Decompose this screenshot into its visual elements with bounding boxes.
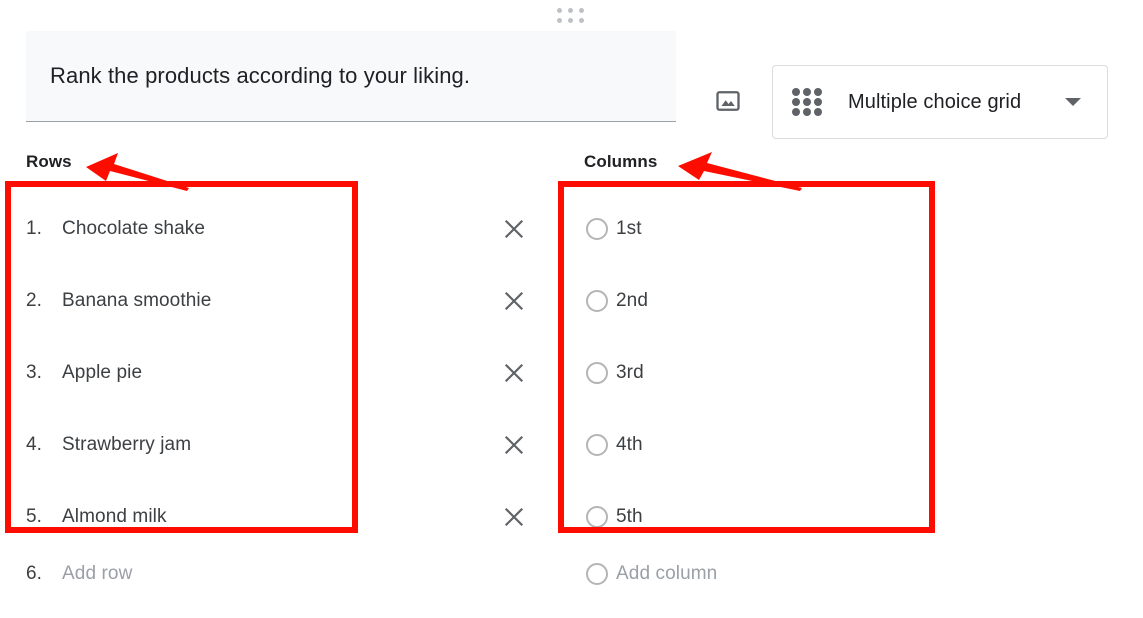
dot [803, 108, 811, 116]
add-row-number: 6. [26, 563, 42, 584]
radio-button-unchecked-icon[interactable] [586, 434, 608, 456]
table-row[interactable]: 2nd [558, 265, 1143, 337]
radio-button-unchecked-icon[interactable] [586, 506, 608, 528]
table-row[interactable]: 3rd [558, 337, 1143, 409]
dot [579, 8, 584, 13]
columns-list: 1st 2nd 3rd 4th 5th [558, 193, 1143, 553]
dot [568, 18, 573, 23]
row-number: 4. [26, 434, 42, 455]
row-label[interactable]: Apple pie [62, 362, 142, 384]
red-arrow-pointing-left-icon [86, 153, 189, 191]
column-label[interactable]: 5th [616, 506, 643, 528]
add-row-button[interactable]: 6. Add row [0, 553, 132, 595]
rows-section-label: Rows [26, 152, 72, 171]
table-row[interactable]: 3. Apple pie [0, 337, 560, 409]
row-label[interactable]: Chocolate shake [62, 218, 205, 240]
add-row-label[interactable]: Add row [62, 563, 132, 585]
table-row[interactable]: 1st [558, 193, 1143, 265]
dot [803, 88, 811, 96]
dot [814, 98, 822, 106]
close-x-icon[interactable] [496, 283, 532, 319]
rows-list: 1. Chocolate shake 2. Banana smoothie 3.… [0, 193, 560, 553]
dot [814, 108, 822, 116]
column-label[interactable]: 1st [616, 218, 642, 240]
dot [792, 98, 800, 106]
question-type-label: Multiple choice grid [848, 90, 1022, 113]
add-column-label[interactable]: Add column [616, 563, 717, 585]
table-row[interactable]: 4th [558, 409, 1143, 481]
table-row[interactable]: 5. Almond milk [0, 481, 560, 553]
question-title-input[interactable]: Rank the products according to your liki… [26, 31, 676, 122]
dot [557, 8, 562, 13]
radio-button-unchecked-icon [586, 563, 608, 585]
red-arrow-pointing-left-icon [678, 152, 802, 191]
close-x-icon[interactable] [496, 355, 532, 391]
close-x-icon[interactable] [496, 427, 532, 463]
table-row[interactable]: 5th [558, 481, 1143, 553]
row-number: 3. [26, 362, 42, 383]
dot [792, 88, 800, 96]
row-label[interactable]: Strawberry jam [62, 434, 191, 456]
drag-handle-dots-icon[interactable] [548, 8, 594, 24]
row-number: 5. [26, 506, 42, 527]
row-number: 1. [26, 218, 42, 239]
table-row[interactable]: 4. Strawberry jam [0, 409, 560, 481]
grid-3x3-icon [792, 88, 824, 116]
question-title-text: Rank the products according to your liki… [50, 63, 471, 88]
column-label[interactable]: 3rd [616, 362, 644, 384]
close-x-icon[interactable] [496, 499, 532, 535]
row-label[interactable]: Banana smoothie [62, 290, 211, 312]
question-type-dropdown[interactable]: Multiple choice grid [772, 65, 1108, 139]
dot [568, 8, 573, 13]
dot [579, 18, 584, 23]
radio-button-unchecked-icon[interactable] [586, 290, 608, 312]
column-label[interactable]: 2nd [616, 290, 648, 312]
chevron-down-icon [1065, 98, 1081, 106]
row-number: 2. [26, 290, 42, 311]
dot [557, 18, 562, 23]
question-header-row: Rank the products according to your liki… [0, 31, 1143, 139]
radio-button-unchecked-icon[interactable] [586, 362, 608, 384]
columns-section-label: Columns [584, 152, 658, 171]
radio-button-unchecked-icon[interactable] [586, 218, 608, 240]
dot [792, 108, 800, 116]
table-row[interactable]: 2. Banana smoothie [0, 265, 560, 337]
add-column-button[interactable]: Add column [558, 553, 717, 595]
dot [803, 98, 811, 106]
close-x-icon[interactable] [496, 211, 532, 247]
column-label[interactable]: 4th [616, 434, 643, 456]
table-row[interactable]: 1. Chocolate shake [0, 193, 560, 265]
row-label[interactable]: Almond milk [62, 506, 167, 528]
image-icon[interactable] [706, 79, 750, 123]
dot [814, 88, 822, 96]
